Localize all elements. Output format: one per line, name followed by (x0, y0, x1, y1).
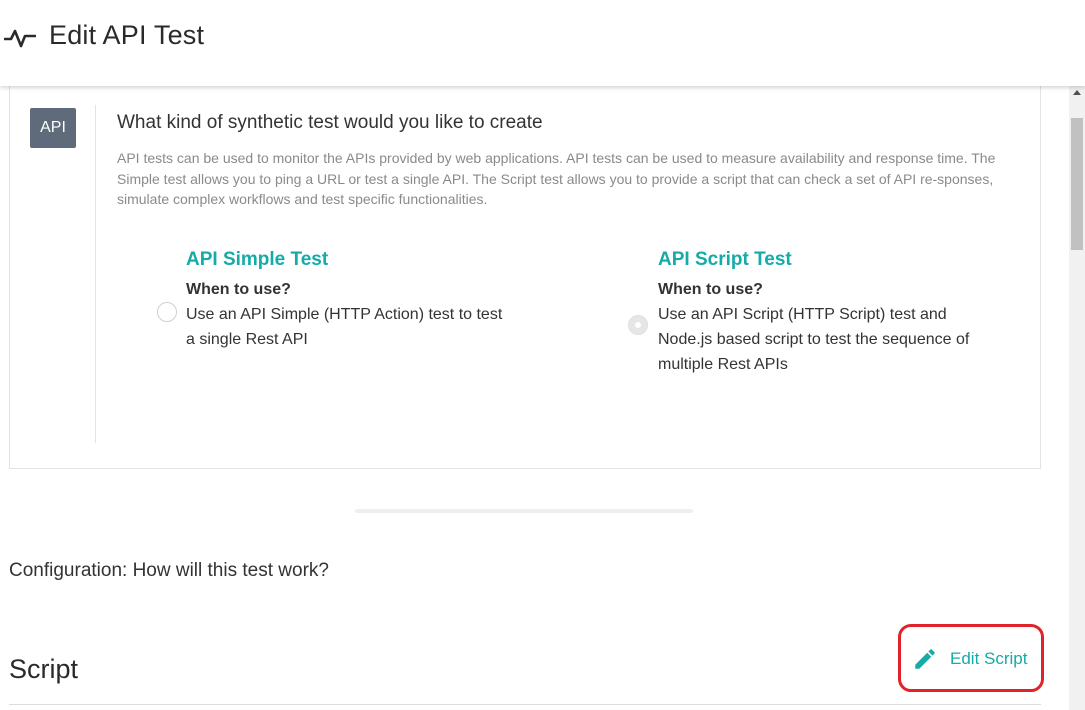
test-type-description: API tests can be used to monitor the API… (117, 150, 996, 207)
edit-script-button[interactable]: Edit Script (912, 644, 1027, 674)
script-editor-box (9, 704, 1041, 710)
option-api-script-test[interactable]: API Script Test When to use? Use an API … (658, 249, 978, 377)
option-title: API Simple Test (186, 249, 329, 270)
section-separator (355, 509, 693, 513)
test-type-card: API What kind of synthetic test would yo… (9, 86, 1041, 469)
configuration-label: Configuration: How will this test work? (9, 560, 329, 581)
test-type-question: What kind of synthetic test would you li… (117, 112, 543, 133)
script-heading: Script (9, 654, 79, 684)
vertical-scrollbar[interactable] (1069, 86, 1085, 710)
option-description: Use an API Simple (HTTP Action) test to … (186, 306, 503, 348)
option-title: API Script Test (658, 249, 792, 270)
pulse-icon (4, 29, 36, 48)
main-content: API What kind of synthetic test would yo… (0, 86, 1069, 710)
scrollbar-thumb[interactable] (1071, 118, 1083, 250)
simple-test-radio[interactable] (157, 302, 177, 322)
card-divider (95, 105, 96, 443)
radio-selected-dot (635, 322, 641, 328)
api-badge: API (30, 108, 76, 148)
option-when-label: When to use? (658, 281, 763, 298)
script-test-radio[interactable] (628, 315, 648, 335)
option-when-label: When to use? (186, 281, 291, 298)
page-header: Edit API Test (0, 0, 1085, 86)
page-title: Edit API Test (49, 20, 205, 50)
edit-script-label: Edit Script (950, 649, 1028, 668)
scroll-up-arrow-icon[interactable] (1073, 90, 1081, 95)
option-description: Use an API Script (HTTP Script) test and… (658, 306, 970, 373)
pencil-icon (915, 649, 935, 669)
option-api-simple-test[interactable]: API Simple Test When to use? Use an API … (186, 249, 506, 352)
